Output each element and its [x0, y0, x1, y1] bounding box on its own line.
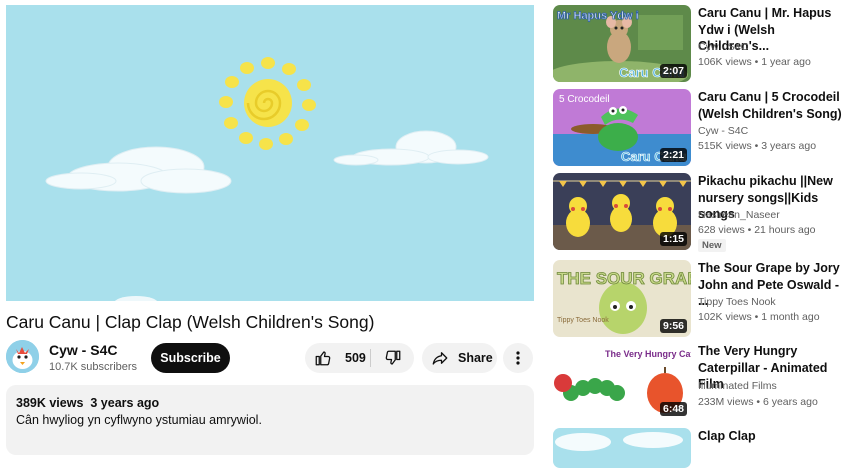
recommendation-thumbnail[interactable]: THE SOUR GRAPE Tippy Toes Nook 9:56 — [553, 260, 691, 337]
recommendation-thumbnail[interactable]: Mr Hapus Ydw i Caru Canu 2:07 — [553, 5, 691, 82]
thumbnail-watermark: Tippy Toes Nook — [557, 317, 609, 324]
recommendation-item[interactable]: THE SOUR GRAPE Tippy Toes Nook 9:56 The … — [553, 260, 843, 337]
like-button[interactable]: 509 — [305, 343, 370, 373]
recommendation-item[interactable]: 5 Crocodeil Caru Canu 2:21 Caru Canu | 5… — [553, 89, 843, 166]
like-count: 509 — [345, 351, 366, 365]
thumbs-down-icon — [385, 350, 400, 365]
more-vert-icon — [516, 351, 520, 365]
share-arrow-icon — [432, 352, 448, 365]
recommendation-title[interactable]: Clap Clap — [698, 428, 843, 445]
recommendation-channel[interactable]: Illuminated Films — [698, 380, 777, 392]
recommendation-item[interactable]: Mr Hapus Ydw i Caru Canu 2:07 Caru Canu … — [553, 5, 843, 82]
duration-badge: 1:15 — [659, 232, 687, 246]
channel-row: Cyw - S4C 10.7K subscribers Subscribe 50… — [6, 340, 534, 376]
description-box[interactable]: 389K views 3 years ago Cân hwyliog yn cy… — [6, 385, 534, 455]
thumbnail-caption: The Very Hungry Caterpillar — [605, 349, 691, 359]
subscriber-count: 10.7K subscribers — [49, 361, 138, 373]
recommendation-thumbnail[interactable]: The Very Hungry Caterpillar 6:48 — [553, 343, 691, 420]
recommendation-meta: 106K views • 1 year ago — [698, 56, 811, 68]
thumbnail-caption: THE SOUR GRAPE — [557, 269, 691, 288]
recommendation-title[interactable]: Caru Canu | 5 Crocodeil (Welsh Children'… — [698, 89, 843, 122]
duration-badge: 6:48 — [659, 402, 687, 416]
video-title: Caru Canu | Clap Clap (Welsh Children's … — [6, 312, 375, 332]
video-frame-illustration — [6, 5, 534, 301]
more-actions-button[interactable] — [503, 343, 533, 373]
recommendation-channel[interactable]: Cyw - S4C — [698, 41, 748, 53]
thumbnail-caption: 5 Crocodeil — [559, 94, 610, 105]
recommendation-meta: 102K views • 1 month ago — [698, 311, 820, 323]
view-count: 389K views — [16, 396, 84, 410]
recommendation-thumbnail[interactable]: 1:15 — [553, 173, 691, 250]
recommendation-meta: 515K views • 3 years ago — [698, 140, 817, 152]
recommendation-item[interactable]: 1:15 Pikachu pikachu ||New nursery songs… — [553, 173, 843, 253]
recommendation-meta: 233M views • 6 years ago — [698, 396, 818, 408]
recommendation-channel[interactable]: Tippy Toes Nook — [698, 296, 776, 308]
like-dislike-group: 509 — [305, 343, 414, 373]
duration-badge: 2:21 — [659, 148, 687, 162]
recommendation-thumbnail[interactable] — [553, 428, 691, 468]
recommendation-thumbnail[interactable]: 5 Crocodeil Caru Canu 2:21 — [553, 89, 691, 166]
duration-badge: 9:56 — [659, 319, 687, 333]
channel-name[interactable]: Cyw - S4C — [49, 342, 117, 358]
thumbnail-caption: Mr Hapus Ydw i — [557, 10, 639, 22]
video-player[interactable] — [6, 5, 534, 301]
subscribe-button[interactable]: Subscribe — [151, 343, 230, 373]
share-label: Share — [458, 351, 493, 365]
view-stats: 389K views 3 years ago — [16, 396, 159, 410]
recommendation-meta: 628 views • 21 hours ago — [698, 224, 816, 236]
new-badge: New — [698, 239, 726, 252]
thumbs-up-icon — [315, 351, 331, 366]
channel-avatar[interactable] — [6, 340, 39, 373]
duration-badge: 2:07 — [659, 64, 687, 78]
upload-age: 3 years ago — [90, 396, 160, 410]
share-button[interactable]: Share — [422, 343, 497, 373]
recommendation-channel[interactable]: Nasireen_Naseer — [698, 209, 780, 221]
recommendation-item[interactable]: Clap Clap — [553, 428, 843, 468]
recommendation-item[interactable]: The Very Hungry Caterpillar 6:48 The Ver… — [553, 343, 843, 420]
recommendation-channel[interactable]: Cyw - S4C — [698, 125, 748, 137]
description-text: Cân hwyliog yn cyflwyno ystumiau amrywio… — [16, 413, 262, 427]
dislike-button[interactable] — [371, 343, 414, 373]
